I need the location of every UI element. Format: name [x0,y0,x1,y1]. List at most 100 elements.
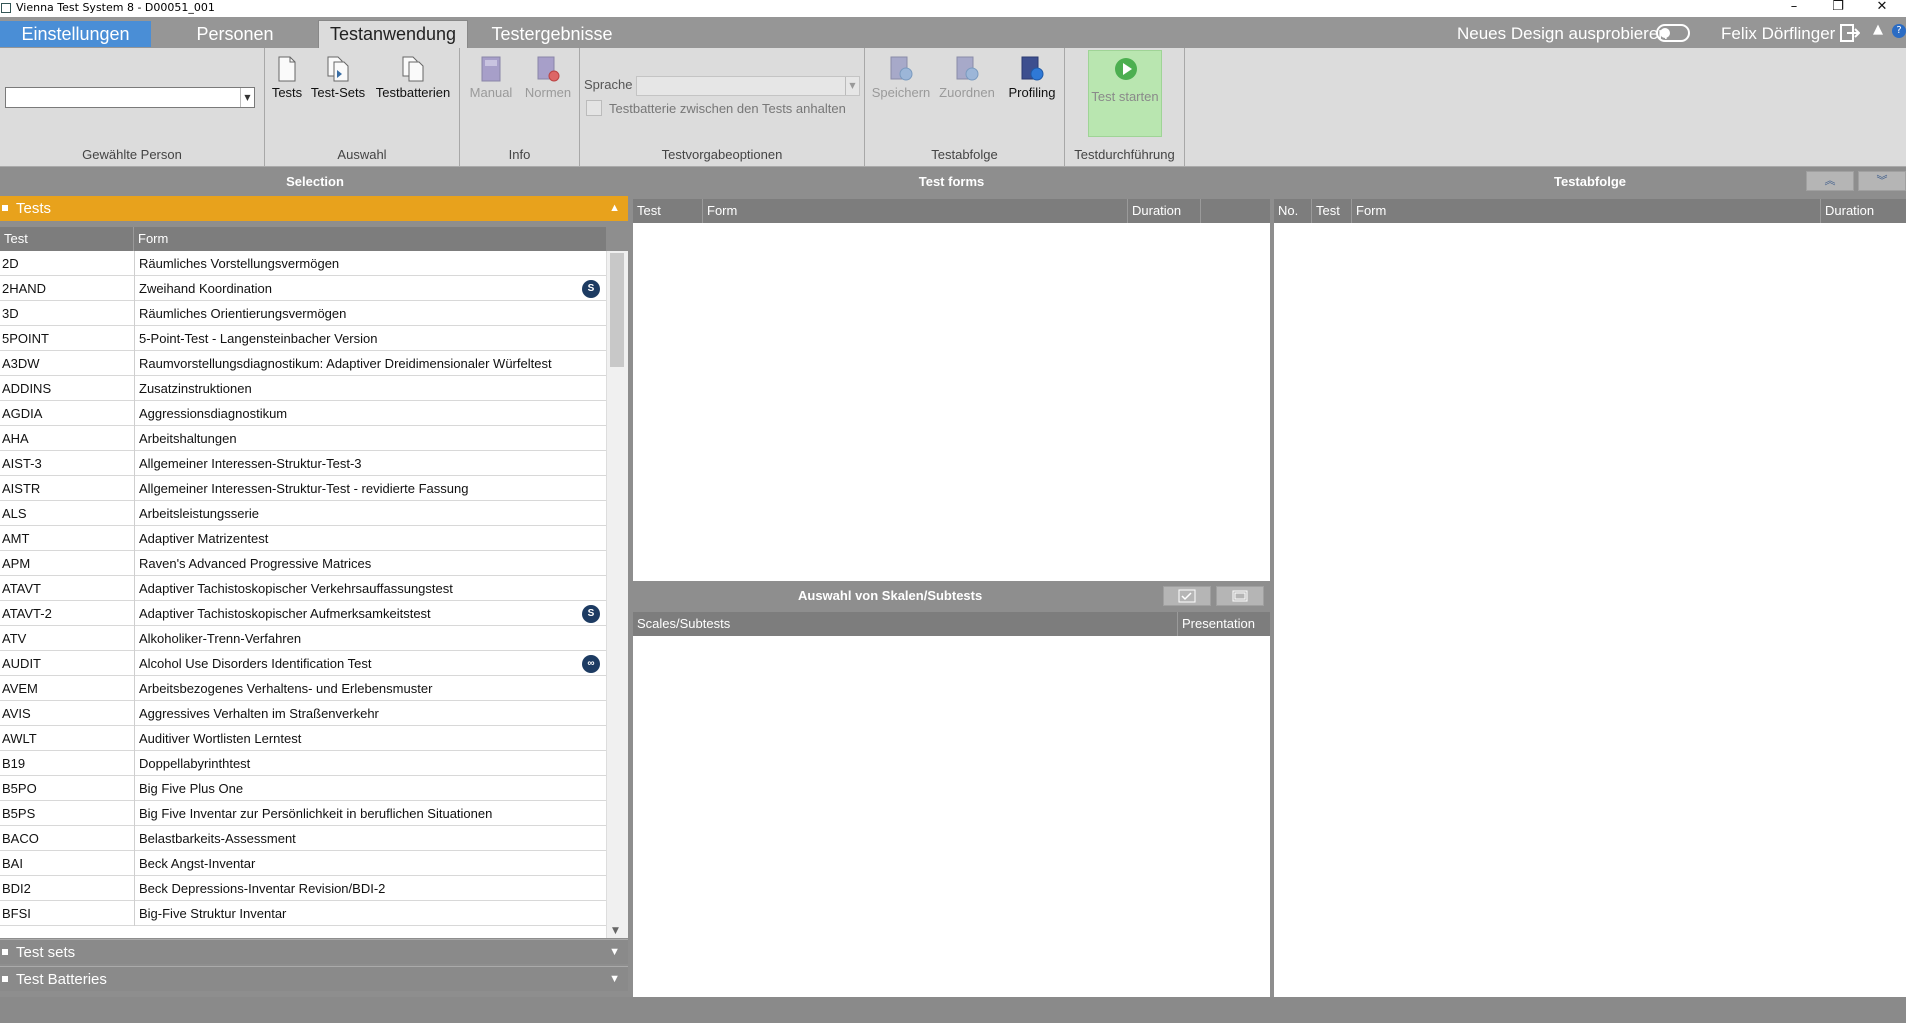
move-down-button[interactable]: ︾ [1858,171,1906,191]
col-form[interactable]: Form [1352,199,1821,223]
table-row[interactable]: A3DW Raumvorstellungsdiagnostikum: Adapti… [0,351,606,376]
table-row[interactable]: ATAVT-2 Adaptiver Tachistoskopischer Aufm… [0,601,606,626]
chevron-down-icon[interactable]: ▼ [240,88,254,107]
table-row[interactable]: BACO Belastbarkeits-Assessment [0,826,606,851]
table-row[interactable]: AISTR Allgemeiner Interessen-Struktur-Tes… [0,476,606,501]
ribbon: ▼ Gewählte Person Tests Test-Sets Testba… [0,48,1906,167]
test-form-name: Big-Five Struktur Inventar [139,906,287,921]
table-row[interactable]: 3D Räumliches Orientierungsvermögen [0,301,606,326]
col-form[interactable]: Form [703,199,1128,223]
table-row[interactable]: AGDIA Aggressionsdiagnostikum [0,401,606,426]
close-button[interactable]: ✕ [1860,0,1904,17]
app-window: Vienna Test System 8 - D00051_001 – ❐ ✕ … [0,0,1906,1023]
table-row[interactable]: 2D Räumliches Vorstellungsvermögen [0,251,606,276]
table-row[interactable]: ATAVT Adaptiver Tachistoskopischer Verkeh… [0,576,606,601]
scroll-down-icon[interactable]: ▼ [612,926,619,936]
collapse-ribbon-icon[interactable]: ▲ [1873,22,1883,37]
pause-battery-checkbox[interactable] [586,100,602,116]
column-divider [134,476,135,501]
test-forms-list [633,223,1270,581]
user-name[interactable]: Felix Dörflinger [1721,21,1835,47]
norms-button[interactable]: Normen [520,56,576,100]
test-form-name: Doppellabyrinthtest [139,756,251,771]
table-row[interactable]: BAI Beck Angst-Inventar [0,851,606,876]
test-code: AISTR [2,481,41,496]
chevron-down-icon[interactable]: ▼ [609,967,620,992]
col-duration[interactable]: Duration [1821,199,1906,223]
table-row[interactable]: ATV Alkoholiker-Trenn-Verfahren [0,626,606,651]
select-all-scales-button[interactable] [1163,586,1211,606]
scrollbar-thumb[interactable] [610,253,624,367]
profiling-button[interactable]: Profiling [1003,56,1061,100]
selection-header: Selection [0,169,630,195]
table-row[interactable]: AHA Arbeitshaltungen [0,426,606,451]
col-form[interactable]: Form [134,227,606,251]
column-divider [134,376,135,401]
move-up-button[interactable]: ︽ [1806,171,1854,191]
table-row[interactable]: BFSI Big-Five Struktur Inventar [0,901,606,926]
start-test-button[interactable]: Test starten [1088,50,1162,137]
table-row[interactable]: BDI2 Beck Depressions-Inventar Revision/B… [0,876,606,901]
minimize-button[interactable]: – [1772,0,1816,17]
test-form-name: Big Five Plus One [139,781,244,796]
table-row[interactable]: AIST-3 Allgemeiner Interessen-Struktur-Te… [0,451,606,476]
help-icon[interactable]: ? [1892,24,1906,38]
table-row[interactable]: APM Raven's Advanced Progressive Matrices [0,551,606,576]
save-button[interactable]: Speichern [869,56,933,100]
tests-section-bar[interactable]: Tests ▲ [0,196,628,221]
col-presentation[interactable]: Presentation [1178,612,1270,636]
col-scales[interactable]: Scales/Subtests [633,612,1178,636]
new-design-toggle[interactable] [1656,24,1690,42]
test-code: ATV [2,631,27,646]
table-row[interactable]: B5PO Big Five Plus One [0,776,606,801]
group-label-person: Gewählte Person [82,147,182,162]
table-row[interactable]: AMT Adaptiver Matrizentest [0,526,606,551]
test-forms-column-header: Test Form Duration [633,199,1270,223]
document-stack-icon [402,56,424,82]
group-info: Manual Normen Info [460,48,580,166]
test-code: BAI [2,856,23,871]
tab-test-results[interactable]: Testergebnisse [482,21,622,48]
language-dropdown[interactable]: ▼ [636,76,860,96]
col-test[interactable]: Test [633,199,703,223]
restore-button[interactable]: ❐ [1816,0,1860,17]
table-row[interactable]: B5PS Big Five Inventar zur Persönlichkeit… [0,801,606,826]
col-duration[interactable]: Duration [1128,199,1201,223]
tab-persons[interactable]: Personen [165,21,305,48]
test-form-name: Arbeitshaltungen [139,431,237,446]
group-test-sequence: Speichern Zuordnen Profiling Testabfolge [865,48,1065,166]
column-divider [134,451,135,476]
table-row[interactable]: 5POINT 5-Point-Test - Langensteinbacher V… [0,326,606,351]
status-bar [0,997,1906,1023]
logout-icon[interactable] [1840,24,1860,42]
table-row[interactable]: ALS Arbeitsleistungsserie [0,501,606,526]
test-sequence-column-header: No. Test Form Duration [1274,199,1906,223]
tab-settings[interactable]: Einstellungen [0,21,151,47]
table-row[interactable]: ADDINS Zusatzinstruktionen [0,376,606,401]
assign-button[interactable]: Zuordnen [935,56,999,100]
test-sets-button[interactable]: Test-Sets [309,56,367,100]
table-row[interactable]: AVEM Arbeitsbezogenes Verhaltens- und Erl… [0,676,606,701]
test-batteries-section-bar[interactable]: Test Batteries ▼ [0,966,628,991]
col-test[interactable]: Test [1312,199,1352,223]
table-row[interactable]: AWLT Auditiver Wortlisten Lerntest [0,726,606,751]
table-row[interactable]: AVIS Aggressives Verhalten im Straßenverk… [0,701,606,726]
col-no[interactable]: No. [1274,199,1312,223]
tests-scrollbar[interactable]: ▼ [606,251,628,938]
table-row[interactable]: B19 Doppellabyrinthtest [0,751,606,776]
table-row[interactable]: 2HAND Zweihand Koordination S [0,276,606,301]
table-row[interactable]: AUDIT Alcohol Use Disorders Identificatio… [0,651,606,676]
chevron-down-icon[interactable]: ▼ [609,940,620,965]
tab-test-application[interactable]: Testanwendung [318,20,468,48]
test-sets-section-bar[interactable]: Test sets ▼ [0,939,628,964]
start-test-label: Test starten [1091,89,1159,104]
test-batteries-button[interactable]: Testbatterien [371,56,455,100]
chevron-up-icon[interactable]: ▲ [609,196,620,221]
manual-button[interactable]: Manual [466,56,516,100]
tests-button[interactable]: Tests [271,56,303,100]
person-dropdown[interactable]: ▼ [5,87,255,108]
deselect-scales-button[interactable] [1216,586,1264,606]
chevron-down-icon[interactable]: ▼ [845,77,859,95]
test-code: AGDIA [2,406,43,421]
col-test[interactable]: Test [0,227,134,251]
